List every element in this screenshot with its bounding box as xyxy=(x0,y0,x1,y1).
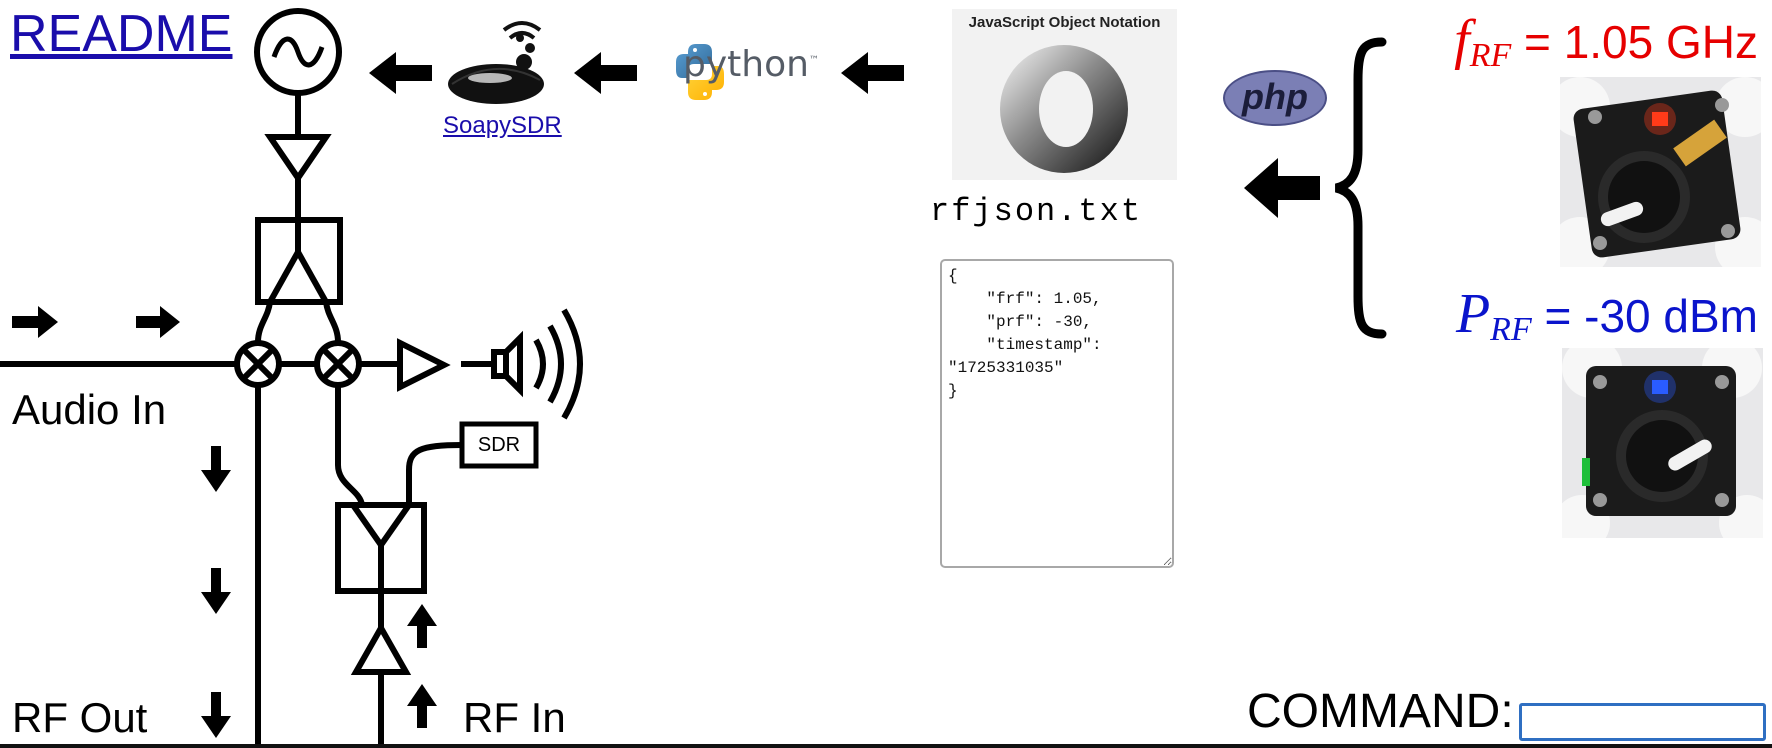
lo-splitter-icon xyxy=(255,217,343,343)
python-trademark: ™ xyxy=(808,55,819,66)
rf-in-label: RF In xyxy=(463,694,566,741)
power-value: = -30 dBm xyxy=(1544,290,1759,342)
audio-in-label: Audio In xyxy=(12,386,167,433)
up-arrow-icon xyxy=(407,604,437,648)
down-arrow-icon xyxy=(201,692,231,738)
down-arrow-icon xyxy=(201,568,231,614)
speaker-icon xyxy=(491,308,583,420)
soapysdr-link[interactable]: SoapySDR xyxy=(443,112,562,140)
power-readout: PRF = -30 dBm xyxy=(1456,282,1758,349)
left-arrow-icon xyxy=(1244,158,1320,218)
left-arrow-icon xyxy=(574,52,637,94)
left-arrow-icon xyxy=(841,52,904,94)
signal-generator-icon xyxy=(254,8,342,96)
power-symbol: PRF xyxy=(1455,283,1532,348)
sdr-block-label: SDR xyxy=(477,434,521,456)
amplifier-icon xyxy=(397,338,451,392)
rx-path xyxy=(335,385,463,594)
mixer-icon xyxy=(234,340,282,388)
python-word: python xyxy=(683,44,809,85)
frequency-rotary-encoder-image[interactable] xyxy=(1560,77,1761,267)
php-logo-icon: php xyxy=(1223,70,1327,126)
generator-buffer-amplifier-icon xyxy=(264,93,332,220)
curly-brace-icon xyxy=(1334,37,1387,339)
rf-out-label: RF Out xyxy=(12,694,148,741)
mixer-icon xyxy=(314,340,362,388)
left-arrow-icon xyxy=(369,52,432,94)
power-encoder-led-glow xyxy=(1644,371,1676,403)
bottom-edge xyxy=(0,744,1772,748)
right-arrow-icon xyxy=(136,306,180,338)
soapysdr-logo-icon xyxy=(448,21,544,104)
readme-link[interactable]: README xyxy=(10,4,232,64)
down-arrow-icon xyxy=(201,446,231,492)
lna-amplifier-icon xyxy=(350,591,412,748)
up-arrow-icon xyxy=(407,684,437,728)
frequency-encoder-led-glow xyxy=(1644,103,1676,135)
python-wordmark: python™ xyxy=(683,44,819,85)
rf-block-diagram xyxy=(0,8,1772,748)
power-rotary-encoder-image[interactable] xyxy=(1562,348,1763,538)
command-label: COMMAND: xyxy=(1247,685,1514,738)
frequency-readout: fRF = 1.05 GHz xyxy=(1454,8,1758,75)
json-filename: rfjson.txt xyxy=(930,193,1143,230)
command-input[interactable] xyxy=(1519,703,1766,741)
frequency-value: = 1.05 GHz xyxy=(1524,16,1758,68)
frequency-symbol: fRF xyxy=(1454,9,1512,74)
right-arrow-icon xyxy=(12,306,58,338)
json-logo-icon xyxy=(1000,45,1128,173)
json-content-textarea[interactable]: { "frf": 1.05, "prf": -30, "timestamp": … xyxy=(940,259,1174,568)
